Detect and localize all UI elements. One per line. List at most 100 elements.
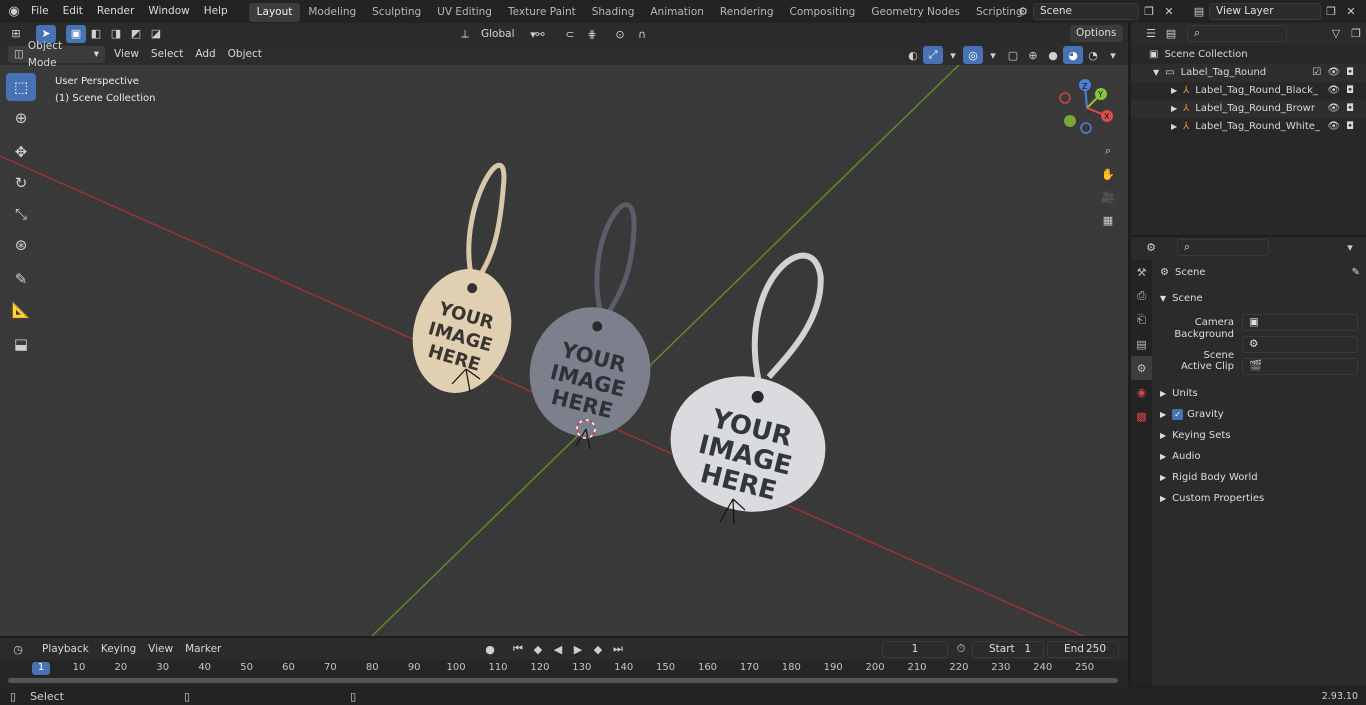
outliner-search-input[interactable]: ⌕ [1187,25,1287,42]
menu-select[interactable]: Select [145,46,189,63]
units-panel[interactable]: ▶ Units [1152,383,1366,404]
menu-timeline-view[interactable]: View [142,641,179,658]
editor-type-icon[interactable]: ⊞ [6,25,26,43]
record-icon[interactable]: ● [480,640,500,658]
menu-marker[interactable]: Marker [179,641,227,658]
scene-field[interactable]: Scene [1033,2,1139,20]
render-tab-icon[interactable]: ⎙ [1131,284,1152,308]
collection-toggles[interactable]: ☑👁◘ [1312,64,1360,82]
editor-type-icon[interactable]: ◷ [8,640,28,658]
audio-panel[interactable]: ▶ Audio [1152,446,1366,467]
remove-scene-icon[interactable]: ✕ [1159,2,1179,20]
clock-icon[interactable]: ⏱ [951,640,971,658]
cursor-icon[interactable]: ⊕ [6,104,36,132]
prev-keyframe-icon[interactable]: ◆ [528,640,548,658]
remove-view-layer-icon[interactable]: ✕ [1341,2,1361,20]
outliner-object-row[interactable]: ▶ ⅄ Label_Tag_Round_Black_ 👁◘ [1131,82,1366,100]
camera-view-icon[interactable]: 🎥 [1098,188,1118,206]
falloff-icon[interactable]: ∩ [632,25,652,43]
solid-shading-icon[interactable]: ● [1043,46,1063,64]
chevron-down-icon[interactable]: ▾ [943,46,963,64]
visibility-icon[interactable]: ◐ [903,46,923,64]
properties-search-input[interactable]: ⌕ [1177,239,1269,256]
tab-sculpting[interactable]: Sculpting [364,3,429,22]
navigation-gizmo[interactable]: Z Y X [1055,74,1120,139]
transform-icon[interactable]: ⊛ [6,231,36,259]
pan-hand-icon[interactable]: ✋ [1098,165,1118,183]
play-reverse-icon[interactable]: ◀ [548,640,568,658]
output-tab-icon[interactable]: ⎗ [1131,308,1152,332]
object-toggles[interactable]: 👁◘ [1327,82,1360,100]
menu-object[interactable]: Object [222,46,268,63]
measure-icon[interactable]: 📐 [6,296,36,324]
zoom-icon[interactable]: ⌕ [1098,142,1118,160]
camera-field[interactable]: ▣ [1242,314,1358,331]
rendered-shading-icon[interactable]: ◔ [1083,46,1103,64]
options-button[interactable]: Options [1070,25,1123,42]
menu-playback[interactable]: Playback [36,641,95,658]
gizmo-toggle-icon[interactable]: ⤢ [923,46,943,64]
gravity-panel[interactable]: ▶ ✓ Gravity [1152,404,1366,425]
menu-view[interactable]: View [108,46,145,63]
keying-sets-panel[interactable]: ▶ Keying Sets [1152,425,1366,446]
grid-view-icon[interactable]: ▦ [1098,211,1118,229]
tool-tab-icon[interactable]: ⚒ [1131,260,1152,284]
snap-icon[interactable]: ⊂ [560,25,580,43]
jump-start-icon[interactable]: ⏮ [508,640,528,658]
annotate-icon[interactable]: ✎ [6,265,36,293]
texture-tab-icon[interactable]: ▩ [1131,404,1152,428]
menu-render[interactable]: Render [90,0,141,23]
select-box-icon[interactable]: ⬚ [6,73,36,101]
editor-type-icon[interactable]: ⚙ [1141,239,1161,257]
menu-help[interactable]: Help [197,0,235,23]
display-mode-icon[interactable]: ▤ [1161,25,1181,43]
tab-layout[interactable]: Layout [248,3,301,22]
select-subtract-icon[interactable]: ◨ [106,25,126,43]
tab-texture-paint[interactable]: Texture Paint [500,3,584,22]
tab-shading[interactable]: Shading [584,3,643,22]
object-toggles[interactable]: 👁◘ [1327,100,1360,118]
outliner-object-row[interactable]: ▶ ⅄ Label_Tag_Round_White_ 👁◘ [1131,118,1366,136]
rotate-icon[interactable]: ↻ [6,169,36,197]
wireframe-shading-icon[interactable]: ⊕ [1023,46,1043,64]
pivot-icon[interactable]: ⚯ [530,25,550,43]
active-clip-field[interactable]: 🎬 [1242,358,1358,375]
outliner-collection[interactable]: ▼ ▭ Label_Tag_Round ☑👁◘ [1131,64,1366,82]
3d-viewport[interactable]: YOUR IMAGE HERE YOUR IMAGE HERE YOUR IMA… [0,44,1128,636]
blender-logo-icon[interactable]: ◉ [4,3,24,21]
chevron-down-icon[interactable]: ▾ [1340,239,1360,257]
frame-ruler[interactable]: 1 10 20 30 40 50 60 70 80 90 100 110 120 130 140 150 160… [0,662,1128,687]
menu-edit[interactable]: Edit [56,0,90,23]
play-icon[interactable]: ▶ [568,640,588,658]
object-toggles[interactable]: 👁◘ [1327,118,1360,136]
outliner-object-row[interactable]: ▶ ⅄ Label_Tag_Round_Browr 👁◘ [1131,100,1366,118]
tab-rendering[interactable]: Rendering [712,3,782,22]
new-scene-icon[interactable]: ❐ [1139,2,1159,20]
custom-properties-panel[interactable]: ▶ Custom Properties [1152,488,1366,509]
tab-uv-editing[interactable]: UV Editing [429,3,500,22]
add-cube-icon[interactable]: ⬓ [6,330,36,358]
outliner[interactable]: ☰ ▤ ⌕ ▽ ❐ ▣ Scene Collection ▼ ▭ Label_T… [1131,23,1366,235]
scale-icon[interactable]: ⤡ [6,200,36,228]
timeline[interactable]: ◷ Playback Keying View Marker ● ⏮ ◆ ◀ ▶ … [0,638,1128,687]
select-intersect-icon[interactable]: ◪ [146,25,166,43]
next-keyframe-icon[interactable]: ◆ [588,640,608,658]
tab-geometry-nodes[interactable]: Geometry Nodes [863,3,968,22]
timeline-scrollbar[interactable] [8,678,1118,683]
world-tab-icon[interactable]: ◉ [1131,380,1152,404]
view-layer-tab-icon[interactable]: ▤ [1131,332,1152,356]
outliner-root[interactable]: ▣ Scene Collection [1131,46,1366,64]
tab-modeling[interactable]: Modeling [300,3,364,22]
new-collection-icon[interactable]: ❐ [1346,25,1366,43]
menu-keying[interactable]: Keying [95,641,142,658]
scene-panel-header[interactable]: ▼ Scene [1152,288,1366,309]
end-frame-field[interactable]: End 250 [1047,641,1119,658]
view-layer-icon[interactable]: ▤ [1189,2,1209,20]
menu-file[interactable]: File [24,0,56,23]
scene-icon[interactable]: ⚙ [1013,2,1033,20]
tab-compositing[interactable]: Compositing [782,3,864,22]
current-frame-field[interactable]: 1 [882,641,948,658]
overlays-icon[interactable]: ◎ [963,46,983,64]
snap-target-icon[interactable]: ⋕ [582,25,602,43]
proportional-edit-icon[interactable]: ⊙ [610,25,630,43]
